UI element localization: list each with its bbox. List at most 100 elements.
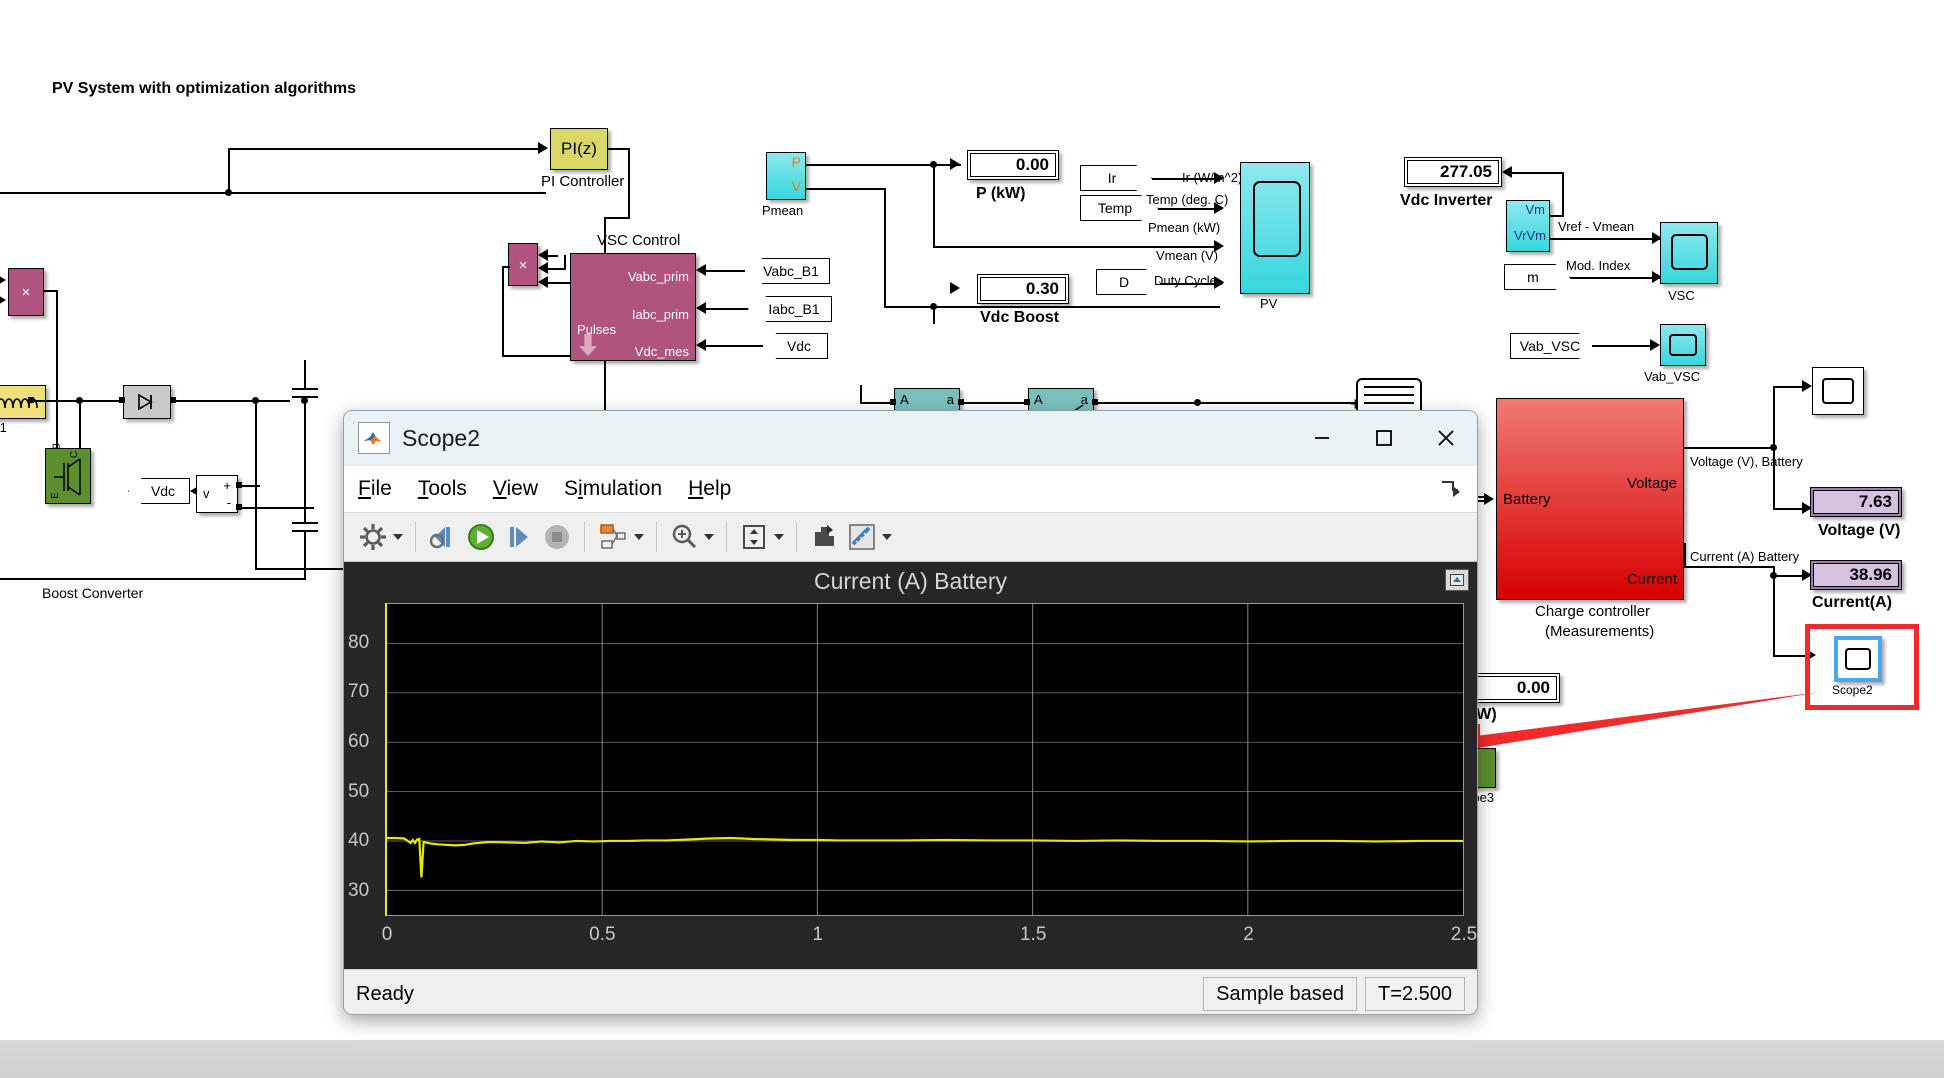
from-tag-vdc[interactable]: Vdc: [762, 333, 828, 359]
wire: [1160, 283, 1222, 285]
toolbar-separator: [656, 522, 657, 552]
port-square: [28, 397, 34, 403]
wire: [56, 290, 58, 454]
zoom-button[interactable]: [665, 517, 718, 557]
wire: [1773, 447, 1775, 509]
from-tag-vab-vsc[interactable]: Vab_VSC: [1510, 333, 1598, 359]
from-tag-label: Ir: [1107, 170, 1117, 186]
product-left-label: ×: [21, 284, 31, 301]
wire: [806, 188, 886, 190]
from-tag-ir[interactable]: Ir: [1080, 165, 1152, 191]
step-forward-icon: [510, 527, 528, 547]
step-forward-button[interactable]: [500, 517, 538, 557]
product-block-mid[interactable]: ×: [508, 243, 538, 286]
from-tag-iabc-b1[interactable]: Iabc_B1: [748, 296, 832, 322]
igbt-block[interactable]: g C E: [45, 443, 91, 504]
chevron-down-icon[interactable]: [393, 534, 403, 540]
display-voltage-v[interactable]: 7.63: [1810, 487, 1902, 517]
plot-canvas[interactable]: [387, 603, 1464, 916]
scope-window-title: Scope2: [402, 424, 481, 451]
maximize-icon: [1376, 430, 1392, 446]
vsc-block[interactable]: [1660, 222, 1718, 284]
autoscale-button[interactable]: [735, 517, 788, 557]
scope-menubar[interactable]: File Tools View Simulation Help: [344, 466, 1477, 512]
display-vdc-boost-value: 0.30: [980, 277, 1066, 301]
product-block-left[interactable]: ×: [8, 268, 44, 316]
vm-vrvm-block[interactable]: Vm VrVm: [1506, 200, 1550, 252]
menu-tools[interactable]: Tools: [418, 477, 467, 501]
run-button[interactable]: [462, 517, 500, 557]
x-axis-tick-label: 0: [381, 924, 393, 945]
scope2-block[interactable]: [1834, 636, 1882, 682]
wire: [0, 192, 546, 194]
wire-arrow: [696, 339, 706, 351]
y-axis-tick-label: 50: [348, 780, 370, 802]
pv-block[interactable]: [1240, 162, 1310, 294]
scope-glyph-icon: [1822, 378, 1854, 404]
chevron-down-icon[interactable]: [634, 534, 644, 540]
wire: [1684, 543, 1686, 568]
charge-controller-block[interactable]: Battery Voltage Current: [1496, 398, 1684, 600]
pi-controller-block[interactable]: PI(z): [550, 128, 608, 170]
from-tag-m[interactable]: m: [1504, 264, 1570, 290]
from-tag-vabc-b1[interactable]: Vabc_B1: [744, 258, 830, 284]
diode-block[interactable]: [123, 385, 171, 419]
scope-window[interactable]: Scope2 File Tools View Simulation Help C…: [343, 410, 1478, 1015]
voltage-measurement-block[interactable]: v + -: [196, 475, 238, 513]
vsc-control-block[interactable]: Pulses Vabc_prim Iabc_prim Vdc_mes: [570, 253, 696, 361]
chevron-down-icon[interactable]: [774, 534, 784, 540]
signal-selection-button[interactable]: [593, 517, 648, 557]
wire-arrow: [0, 274, 6, 286]
igbt-port-g: g: [50, 443, 61, 449]
wire-arrow: [1502, 166, 1512, 178]
display-p-kw-2[interactable]: 0.00: [1468, 673, 1560, 703]
display-p-kw-value: 0.00: [970, 153, 1056, 177]
cursor-measurements-button[interactable]: [805, 517, 843, 557]
wire: [242, 507, 314, 509]
measurements-button[interactable]: [843, 517, 896, 557]
wire: [1550, 238, 1660, 240]
menu-view[interactable]: View: [493, 477, 538, 501]
menu-file[interactable]: File: [358, 477, 392, 501]
minimize-button[interactable]: [1291, 411, 1353, 465]
display-vdc-inverter[interactable]: 277.05: [1404, 157, 1502, 187]
display-vdc-boost[interactable]: 0.30: [977, 274, 1069, 304]
plot-area[interactable]: Current (A) Battery 30 40 50 60 70 80 0 0.5 1 1.…: [344, 562, 1477, 969]
chevron-down-icon[interactable]: [704, 534, 714, 540]
vsc-control-port-vabc-prim: Vabc_prim: [627, 269, 689, 284]
pmean-block[interactable]: P V: [766, 152, 806, 200]
voltage-scope-block[interactable]: [1812, 367, 1864, 415]
close-button[interactable]: [1415, 411, 1477, 465]
scope-toolbar[interactable]: [344, 512, 1477, 562]
wire: [933, 306, 935, 324]
vab-vsc-scope-block[interactable]: [1660, 324, 1706, 366]
wire: [1152, 178, 1222, 180]
inductor-block[interactable]: [0, 385, 46, 419]
menu-help[interactable]: Help: [688, 477, 731, 501]
autoscale-icon: [743, 525, 765, 549]
pv-input-label-vmean: Vmean (V): [1156, 248, 1219, 263]
display-current-a[interactable]: 38.96: [1810, 560, 1902, 590]
chevron-down-icon[interactable]: [882, 534, 892, 540]
wire-arrow: [1650, 339, 1660, 351]
from-tag-d[interactable]: D: [1096, 269, 1160, 295]
menu-simulation[interactable]: Simulation: [564, 477, 662, 501]
wire-arrow: [696, 302, 706, 314]
maximize-axes-button[interactable]: [1445, 569, 1469, 591]
configuration-properties-button[interactable]: [354, 517, 407, 557]
wire-arrow: [950, 282, 960, 294]
maximize-button[interactable]: [1353, 411, 1415, 465]
display-p-kw[interactable]: 0.00: [967, 150, 1059, 180]
stop-button[interactable]: [538, 517, 576, 557]
wire-junction: [225, 189, 232, 196]
vsc-control-caption: VSC Control: [597, 232, 681, 249]
wire-arrow: [0, 294, 6, 306]
scope-titlebar[interactable]: Scope2: [344, 411, 1477, 466]
from-tag-label: m: [1527, 269, 1539, 285]
goto-tag-vdc[interactable]: Vdc: [128, 478, 190, 504]
port-square: [890, 399, 896, 405]
wire: [1592, 345, 1656, 347]
toolbar-separator: [726, 522, 727, 552]
step-back-button[interactable]: [424, 517, 462, 557]
undock-icon[interactable]: [1439, 478, 1461, 506]
